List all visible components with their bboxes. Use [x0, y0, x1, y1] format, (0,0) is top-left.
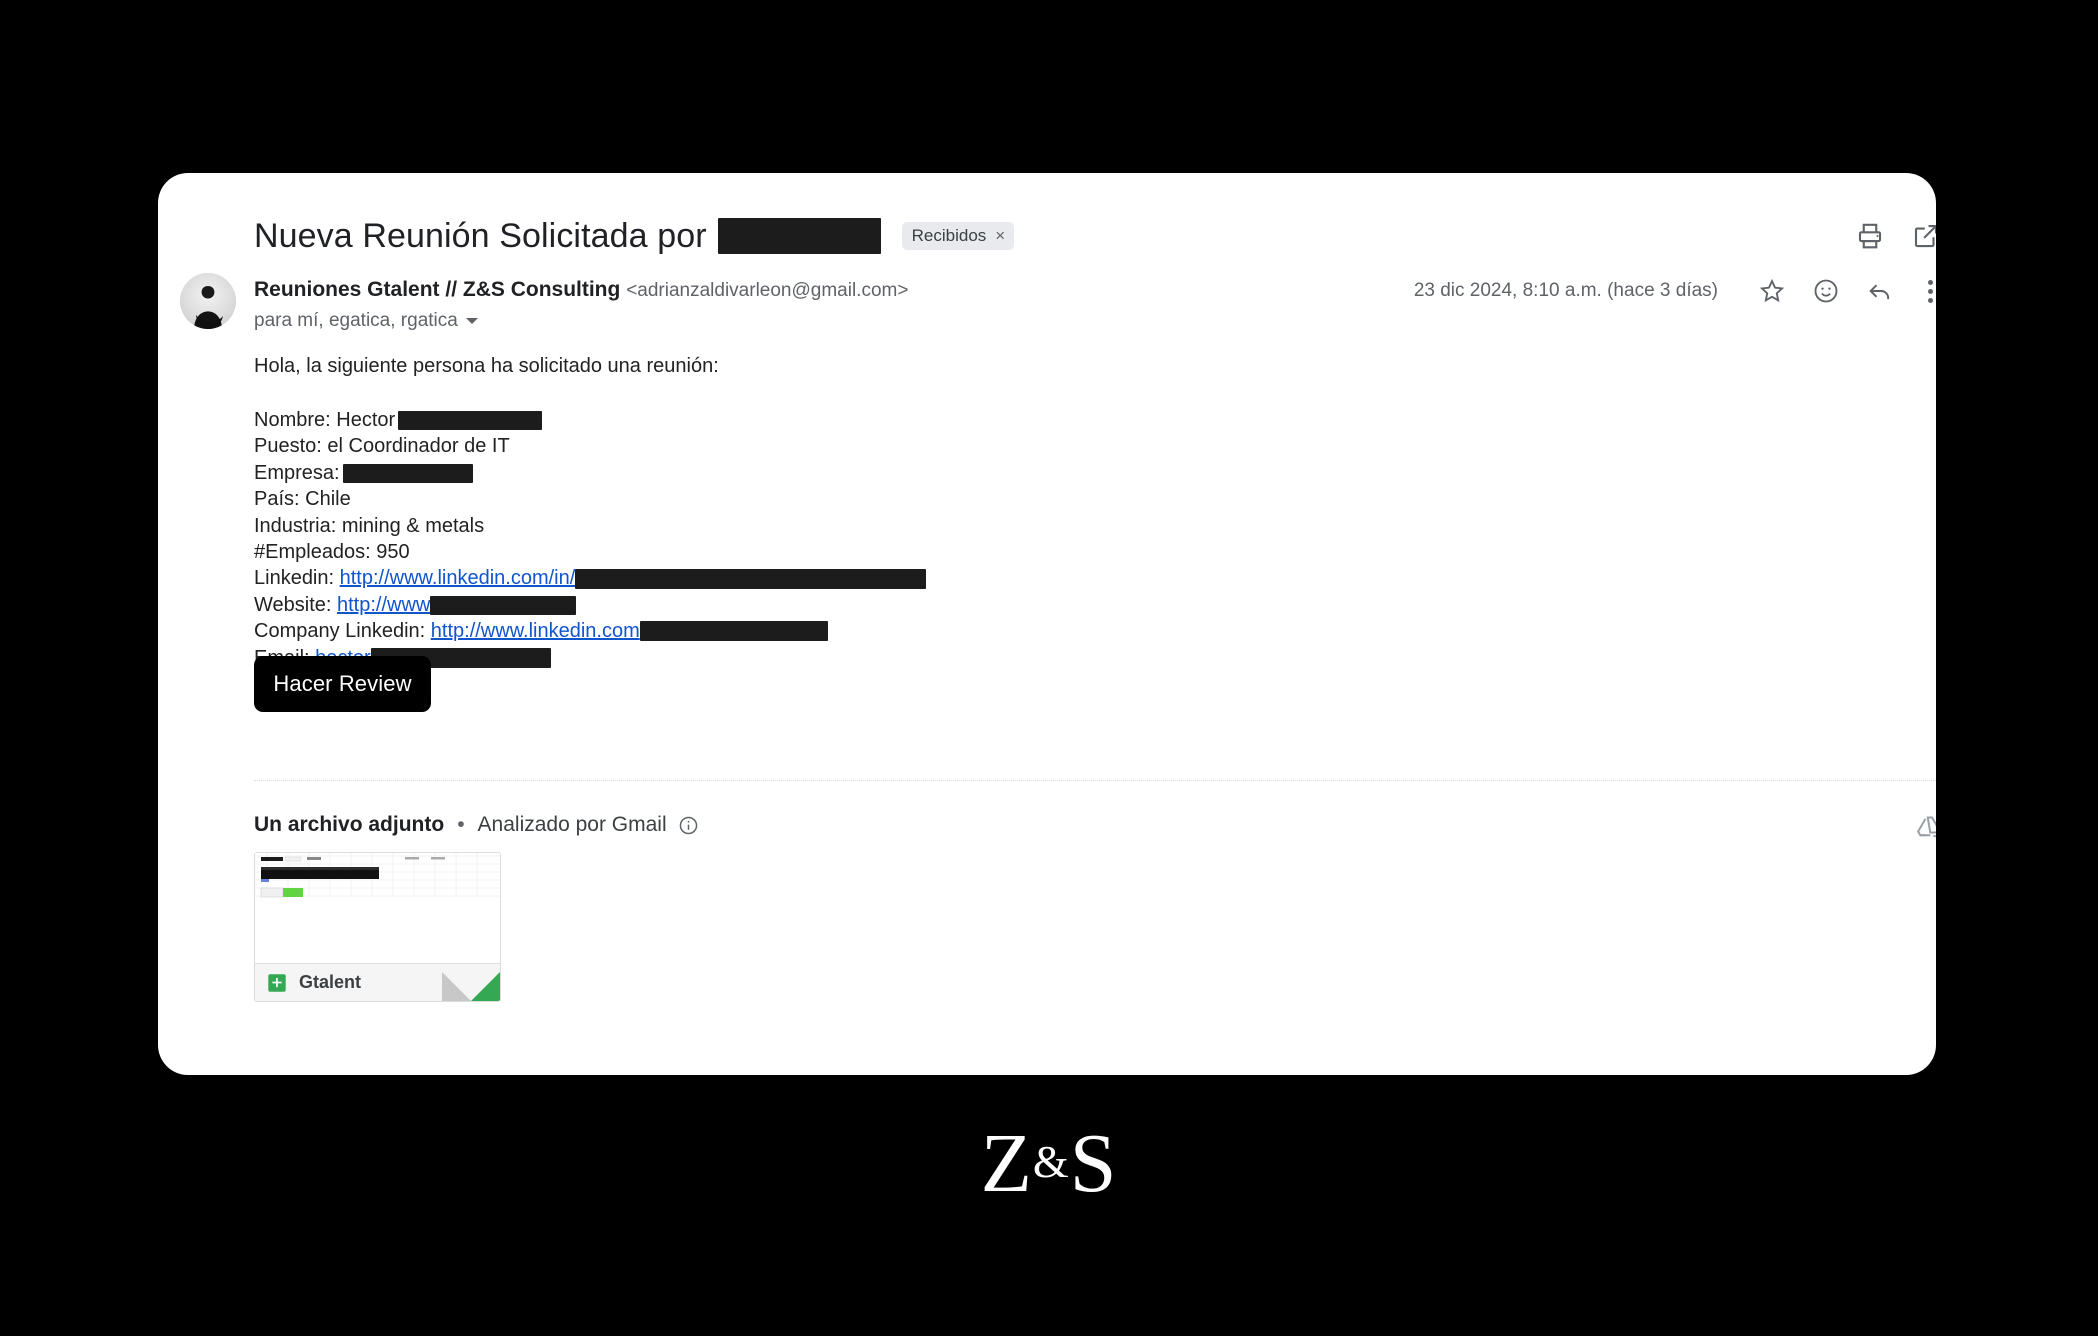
detail-label: Company Linkedin: [254, 620, 431, 643]
redaction-bar [398, 410, 543, 430]
detail-label: País: Chile [254, 488, 351, 511]
attachments-count-label: Un archivo adjunto [254, 813, 445, 836]
detail-label: Industria: mining & metals [254, 514, 485, 537]
section-divider [254, 780, 1936, 782]
separator-dot: • [457, 813, 465, 836]
chevron-down-icon[interactable] [465, 317, 478, 324]
detail-row-pais: País: Chile [254, 486, 1876, 512]
redaction-bar [639, 621, 828, 642]
linkedin-link[interactable]: http://www.linkedin.com/in/ [340, 565, 576, 591]
detail-row-empleados: #Empleados: 950 [254, 539, 1876, 565]
info-icon[interactable] [667, 815, 699, 836]
page-title: Nueva Reunión Solicitada por [254, 216, 707, 255]
attachments-header: Un archivo adjunto • Analizado por Gmail [254, 813, 699, 837]
detail-row-industria: Industria: mining & metals [254, 513, 1876, 539]
sender-block: Reuniones Gtalent // Z&S Consulting <adr… [254, 276, 908, 333]
detail-label: Empresa: [254, 461, 340, 484]
open-in-new-window-icon[interactable] [1911, 221, 1936, 251]
timestamp: 23 dic 2024, 8:10 a.m. (hace 3 días) [1413, 280, 1718, 301]
recipients-text: para mí, egatica, rgatica [254, 310, 458, 331]
star-icon[interactable] [1758, 277, 1786, 305]
detail-label: Nombre: Hector [254, 409, 396, 431]
reply-icon[interactable] [1866, 277, 1894, 305]
detail-row-puesto: Puesto: el Coordinador de IT [254, 433, 1876, 459]
print-icon[interactable] [1855, 221, 1885, 251]
label-chip-recibidos[interactable]: Recibidos × [901, 222, 1015, 250]
corner-fold-shadow [442, 972, 471, 1001]
attachment-file-name: Gtalent [299, 972, 362, 992]
detail-row-website: Website: http://www [254, 592, 1876, 618]
hacer-review-button[interactable]: Hacer Review [254, 656, 431, 712]
redaction-bar [430, 595, 577, 615]
detail-label: Website: [254, 593, 337, 616]
detail-row-linkedin: Linkedin: http://www.linkedin.com/in/ [254, 565, 1876, 591]
detail-row-email: Email: hector [254, 645, 1876, 671]
detail-row-empresa: Empresa: [254, 460, 1876, 486]
redaction-bar [342, 463, 473, 483]
google-sheets-icon [266, 972, 288, 994]
more-options-icon[interactable] [1920, 279, 1936, 303]
attachment-card-gtalent[interactable]: Gtalent [254, 852, 501, 1002]
sender-email: <adrianzaldivarleon@gmail.com> [626, 280, 909, 301]
website-link[interactable]: http://www [337, 592, 430, 618]
email-body: Hola, la siguiente persona ha solicitado… [254, 353, 1876, 671]
emoji-reaction-icon[interactable] [1812, 277, 1840, 305]
avatar [180, 273, 236, 329]
logo-ampersand: & [1032, 1136, 1070, 1187]
detail-row-company-linkedin: Company Linkedin: http://www.linkedin.co… [254, 618, 1876, 644]
logo-letter-s: S [1069, 1117, 1118, 1210]
attachment-thumbnail [255, 853, 500, 963]
email-card: Nueva Reunión Solicitada por Recibidos × [158, 173, 1936, 1075]
screen-root: Nueva Reunión Solicitada por Recibidos × [0, 0, 2098, 1336]
attachment-footer: Gtalent [255, 963, 500, 1001]
greeting-text: Hola, la siguiente persona ha solicitado… [254, 355, 719, 377]
detail-row-nombre: Nombre: Hector [254, 407, 1876, 433]
detail-label: Puesto: el Coordinador de IT [254, 435, 510, 458]
add-to-drive-icon[interactable] [1914, 813, 1936, 843]
zs-logo: Z&S [0, 1122, 2098, 1206]
label-chip-remove-icon[interactable]: × [995, 227, 1005, 244]
detail-label: #Empleados: 950 [254, 541, 410, 564]
sender-name: Reuniones Gtalent // Z&S Consulting [254, 278, 621, 301]
corner-fold-icon [471, 972, 500, 1001]
recipients-row[interactable]: para mí, egatica, rgatica [254, 308, 908, 333]
subject-row: Nueva Reunión Solicitada por Recibidos × [254, 209, 1936, 263]
label-chip-text: Recibidos [911, 226, 987, 245]
scanned-by-gmail-label: Analizado por Gmail [477, 813, 667, 836]
redaction-bar [575, 568, 927, 589]
logo-letter-z: Z [980, 1117, 1033, 1210]
header-actions [1855, 209, 1936, 263]
message-actions: 23 dic 2024, 8:10 a.m. (hace 3 días) [1414, 276, 1936, 306]
detail-label: Linkedin: [254, 567, 340, 590]
subject-redaction-bar [717, 218, 881, 254]
company-linkedin-link[interactable]: http://www.linkedin.com [431, 618, 640, 644]
